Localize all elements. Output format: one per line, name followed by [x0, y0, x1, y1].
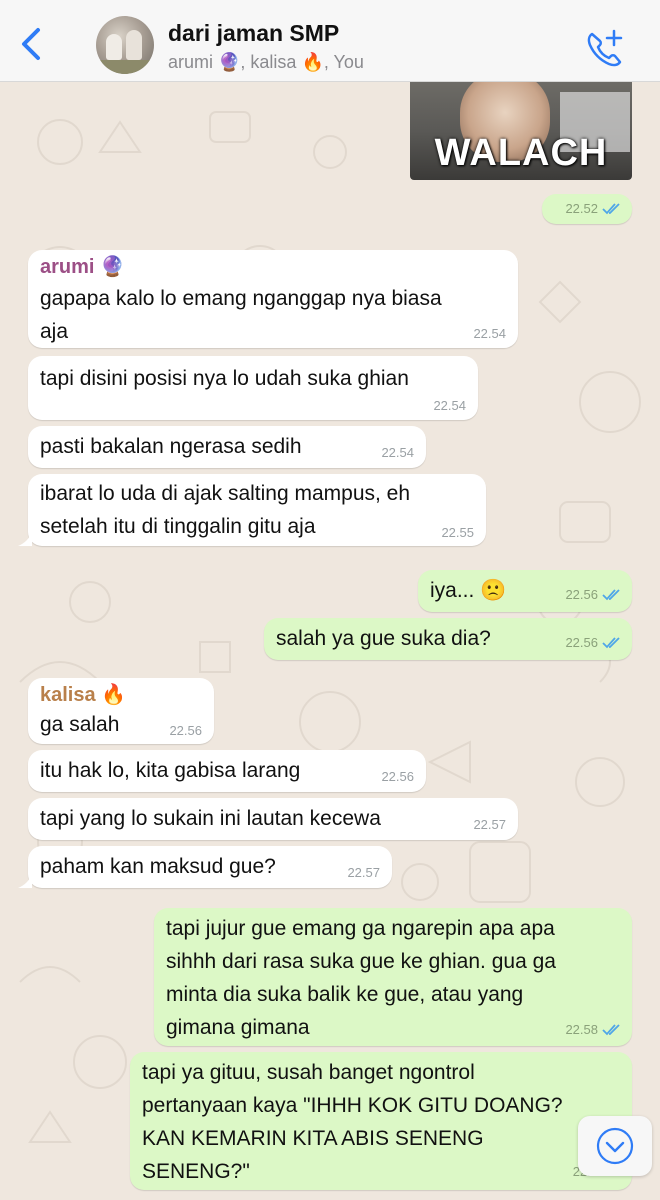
message-bubble[interactable]: tapi ya gituu, susah banget ngontrol per… [130, 1052, 632, 1190]
sender-name: kalisa 🔥 [40, 684, 127, 706]
message-text: tapi jujur gue emang ga ngarepin apa apa… [166, 917, 556, 1039]
message-text: itu hak lo, kita gabisa larang [40, 759, 301, 782]
message-bubble[interactable]: tapi yang lo sukain ini lautan kecewa 22… [28, 798, 518, 840]
message-text: gapapa kalo lo emang nganggap nya biasa … [40, 287, 442, 343]
message-text: ga salah [40, 713, 120, 736]
message-time: 22.55 [441, 525, 474, 540]
photo-caption: WALACH [434, 132, 608, 174]
add-call-icon[interactable] [584, 28, 624, 68]
message-time: 22.54 [381, 445, 414, 460]
sender-name: arumi 🔮 [40, 256, 125, 278]
message-bubble[interactable]: kalisa 🔥 ga salah 22.56 [28, 678, 214, 744]
message-time: 22.54 [473, 326, 506, 341]
message-time: 22.57 [473, 817, 506, 832]
scroll-to-bottom-button[interactable] [578, 1116, 652, 1176]
message-bubble[interactable]: salah ya gue suka dia? 22.56 [264, 618, 632, 660]
group-avatar[interactable] [96, 16, 154, 74]
message-bubble[interactable]: arumi 🔮 gapapa kalo lo emang nganggap ny… [28, 250, 518, 348]
message-time: 22.56 [565, 635, 598, 650]
message-time: 22.57 [347, 865, 380, 880]
bubble-tail [18, 874, 32, 888]
message-text: tapi ya gituu, susah banget ngontrol per… [142, 1061, 563, 1183]
message-time: 22.56 [565, 587, 598, 602]
message-bubble[interactable]: itu hak lo, kita gabisa larang 22.56 [28, 750, 426, 792]
message-bubble[interactable]: iya... 🙁 22.56 [418, 570, 632, 612]
message-text: pasti bakalan ngerasa sedih [40, 435, 302, 458]
message-text: salah ya gue suka dia? [276, 627, 491, 650]
message-bubble[interactable]: tapi jujur gue emang ga ngarepin apa apa… [154, 908, 632, 1046]
message-bubble[interactable]: tapi disini posisi nya lo udah suka ghia… [28, 356, 478, 420]
message-text: iya... 🙁 [430, 579, 507, 602]
message-text: paham kan maksud gue? [40, 855, 276, 878]
read-ticks-icon [602, 589, 620, 601]
chevron-down-circle-icon [596, 1127, 634, 1165]
message-time: 22.56 [381, 769, 414, 784]
message-text: tapi yang lo sukain ini lautan kecewa [40, 807, 381, 830]
bubble-tail [18, 532, 32, 546]
group-title[interactable]: dari jaman SMP [168, 20, 339, 47]
message-text: tapi disini posisi nya lo udah suka ghia… [40, 367, 409, 390]
read-ticks-icon [602, 203, 620, 215]
chat-header: dari jaman SMP arumi 🔮, kalisa 🔥, You [0, 0, 660, 82]
group-members[interactable]: arumi 🔮, kalisa 🔥, You [168, 52, 364, 73]
message-bubble[interactable]: ibarat lo uda di ajak salting mampus, eh… [28, 474, 486, 546]
chevron-left-icon[interactable] [14, 24, 48, 64]
shared-photo[interactable]: WALACH [410, 82, 632, 180]
message-time: 22.52 [565, 201, 598, 216]
message-time: 22.58 [565, 1022, 598, 1037]
message-time: 22.56 [169, 723, 202, 738]
message-text: ibarat lo uda di ajak salting mampus, eh… [40, 482, 411, 538]
read-ticks-icon [602, 1024, 620, 1036]
message-bubble[interactable]: pasti bakalan ngerasa sedih 22.54 [28, 426, 426, 468]
read-ticks-icon [602, 637, 620, 649]
message-time: 22.54 [433, 398, 466, 413]
message-bubble[interactable]: paham kan maksud gue? 22.57 [28, 846, 392, 888]
photo-timestamp-bubble: 22.52 [542, 194, 632, 224]
